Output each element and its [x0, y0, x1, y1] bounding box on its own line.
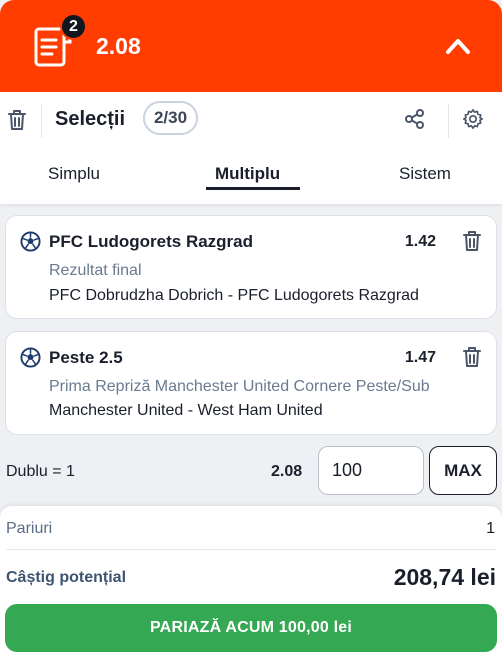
- selections-toolbar: Selecții 2/30: [0, 92, 502, 148]
- stake-input[interactable]: [318, 446, 424, 495]
- trash-icon[interactable]: [6, 108, 28, 132]
- selection-card: Peste 2.5 1.47 Prima Repriză Manchester …: [5, 331, 497, 435]
- tab-sistem[interactable]: Sistem: [399, 164, 451, 184]
- bets-value: 1: [486, 520, 495, 537]
- place-bet-button[interactable]: PARIAZĂ ACUM 100,00 lei: [5, 604, 497, 652]
- selection-name: Peste 2.5: [49, 348, 123, 367]
- betslip-header[interactable]: 2 2.08: [0, 0, 502, 92]
- divider: [448, 104, 449, 138]
- combined-odds: 2.08: [271, 463, 303, 480]
- share-icon[interactable]: [404, 108, 426, 130]
- tab-simplu[interactable]: Simplu: [48, 164, 100, 184]
- trash-icon[interactable]: [461, 229, 483, 253]
- divider: [41, 104, 42, 138]
- selection-name: PFC Ludogorets Razgrad: [49, 232, 254, 251]
- tab-multiplu[interactable]: Multiplu: [215, 164, 280, 184]
- selection-odds: 1.47: [404, 349, 436, 366]
- bets-label: Pariuri: [6, 520, 53, 537]
- selection-count-badge: 2: [60, 13, 87, 40]
- gear-icon[interactable]: [462, 108, 484, 130]
- selections-title: Selecții: [55, 108, 126, 130]
- active-tab-indicator: [206, 187, 300, 190]
- football-icon: [20, 231, 41, 252]
- stake-row: Dublu = 1 2.08 MAX: [0, 446, 502, 498]
- trash-icon[interactable]: [461, 345, 483, 369]
- potential-win-label: Câștig potențial: [6, 569, 127, 586]
- potential-win-value: 208,74 lei: [393, 564, 496, 590]
- total-odds: 2.08: [96, 33, 141, 59]
- selection-market: Prima Repriză Manchester United Cornere …: [49, 378, 430, 395]
- selections-count-pill: 2/30: [143, 101, 198, 135]
- selection-card: PFC Ludogorets Razgrad 1.42 Rezultat fin…: [5, 215, 497, 319]
- selection-event: Manchester United - West Ham United: [49, 402, 323, 419]
- chevron-up-icon[interactable]: [445, 36, 471, 56]
- bet-combination-label: Dublu = 1: [6, 463, 75, 480]
- divider: [6, 549, 496, 550]
- max-stake-button[interactable]: MAX: [429, 446, 497, 495]
- bet-type-tabs: Simplu Multiplu Sistem: [0, 148, 502, 204]
- bet-summary: Pariuri 1 Câștig potențial 208,74 lei PA…: [0, 506, 502, 658]
- selection-event: PFC Dobrudzha Dobrich - PFC Ludogorets R…: [49, 287, 419, 304]
- selection-odds: 1.42: [404, 233, 436, 250]
- selection-market: Rezultat final: [49, 262, 142, 279]
- football-icon: [20, 347, 41, 368]
